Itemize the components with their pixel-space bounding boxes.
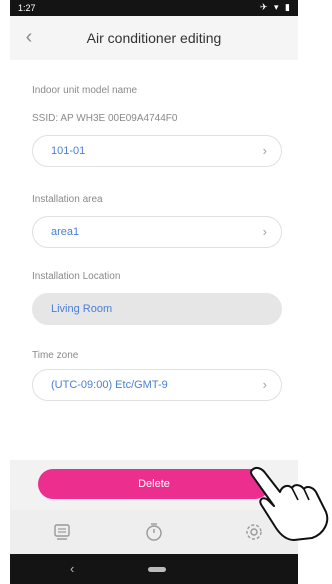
pointing-hand-icon	[249, 466, 329, 541]
delete-button[interactable]: Delete	[38, 469, 270, 499]
timer-icon	[146, 523, 162, 541]
device-list-icon	[54, 524, 70, 540]
edit-form: Indoor unit model name SSID: AP WH3E 00E…	[10, 60, 298, 460]
installation-area-value: area1	[51, 226, 80, 238]
tab-devices[interactable]	[50, 520, 74, 544]
ssid-text: SSID: AP WH3E 00E09A4744F0	[32, 113, 178, 124]
chevron-right-icon: ›	[262, 377, 267, 392]
nav-back-icon[interactable]: ‹	[70, 561, 74, 576]
model-name-label: Indoor unit model name	[32, 85, 138, 96]
chevron-right-icon: ›	[262, 224, 267, 239]
chevron-right-icon: ›	[262, 143, 267, 158]
system-nav-bar: ‹	[10, 554, 298, 584]
time-zone-label: Time zone	[32, 350, 79, 361]
installation-area-field[interactable]: area1 ›	[32, 216, 282, 248]
installation-location-value: Living Room	[51, 303, 113, 315]
installation-location-label: Installation Location	[32, 271, 121, 282]
header: ‹ Air conditioner editing	[10, 16, 298, 61]
time-zone-value: (UTC-09:00) Etc/GMT-9	[51, 379, 168, 391]
nav-home-icon[interactable]	[148, 567, 166, 572]
status-bar: 1:27 ✈ ▾ ▮	[10, 0, 298, 16]
status-time: 1:27	[18, 3, 36, 13]
model-name-field[interactable]: 101-01 ›	[32, 135, 282, 167]
time-zone-field[interactable]: (UTC-09:00) Etc/GMT-9 ›	[32, 369, 282, 401]
tab-timer[interactable]	[142, 520, 166, 544]
installation-area-label: Installation area	[32, 194, 103, 205]
status-icons: ✈ ▾ ▮	[259, 2, 292, 12]
installation-location-field: Living Room	[32, 293, 282, 325]
model-name-value: 101-01	[51, 145, 86, 157]
page-title: Air conditioner editing	[86, 30, 222, 46]
